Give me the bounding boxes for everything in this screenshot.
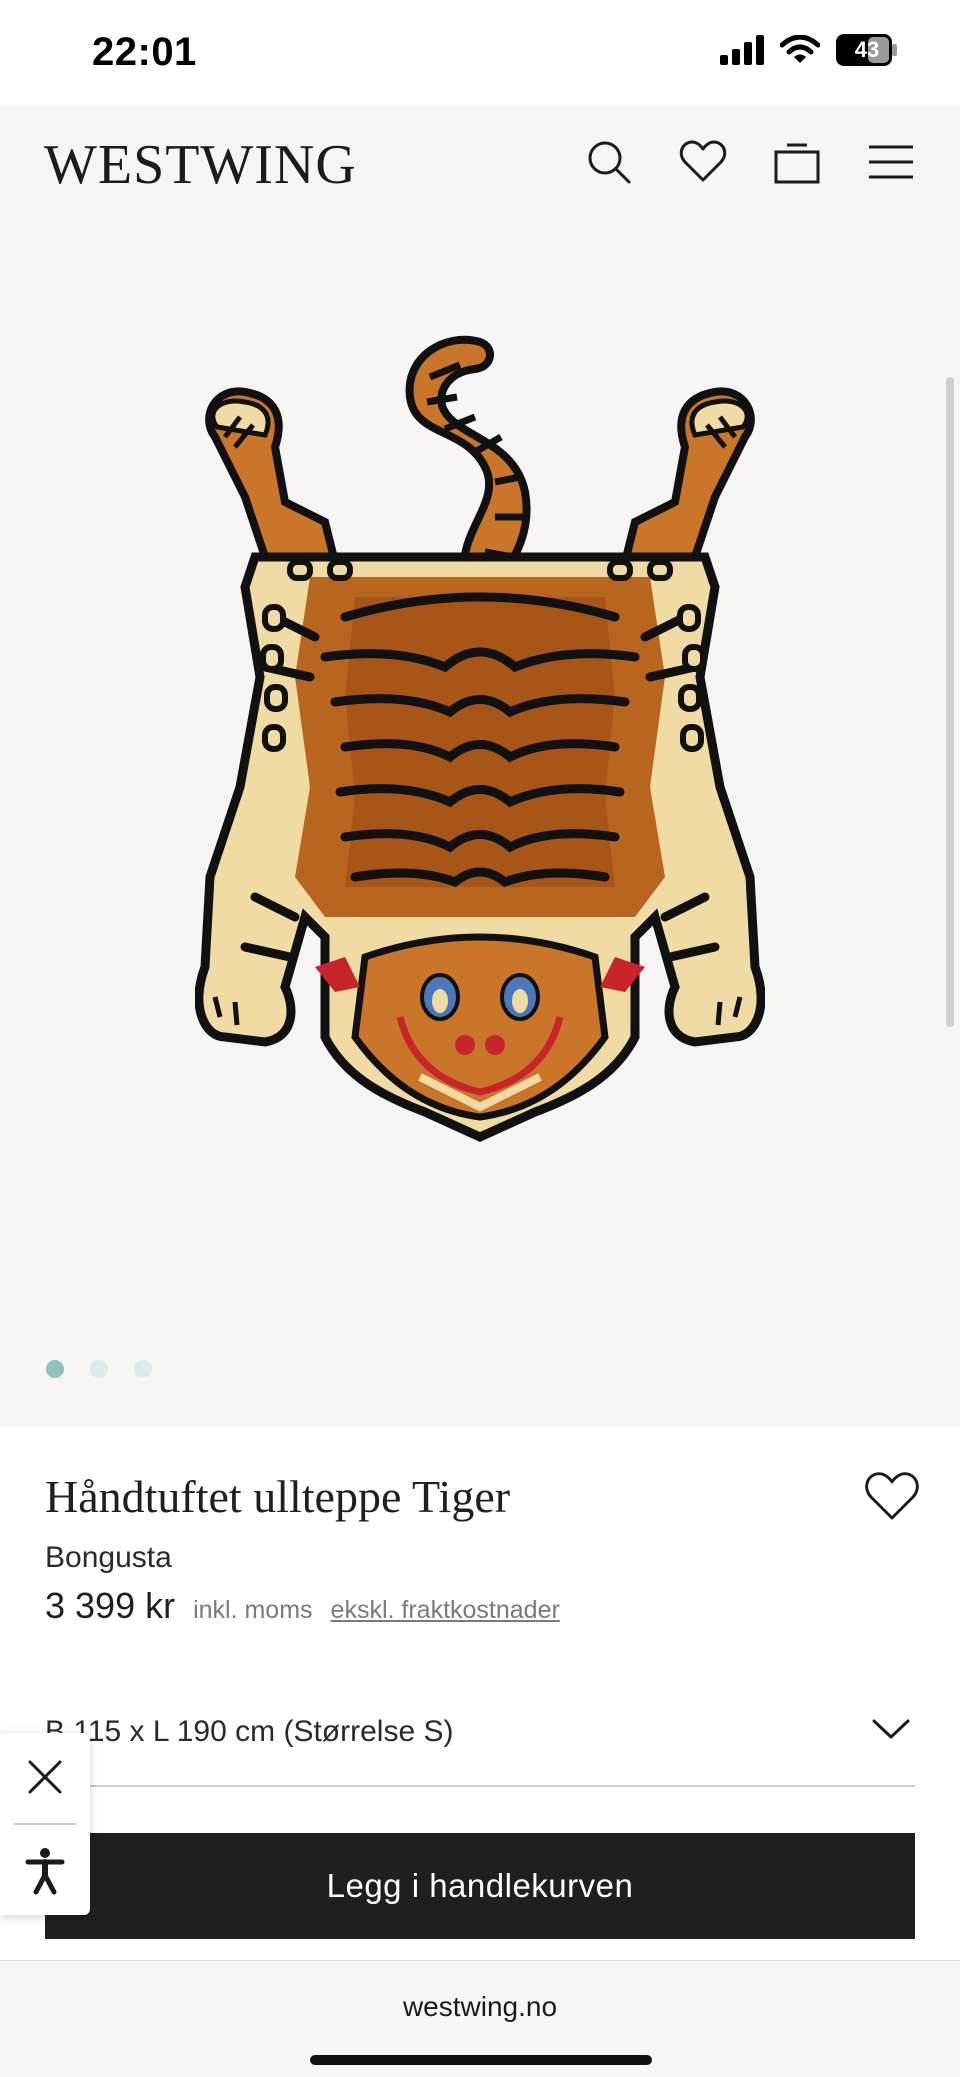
search-icon [588,141,631,184]
heart-icon [865,1472,919,1520]
westwing-logo[interactable]: WESTWING [44,133,357,197]
wishlist-header-button[interactable] [674,133,732,191]
product-brand[interactable]: Bongusta [45,1541,172,1575]
gallery-dot-1[interactable] [46,1360,64,1378]
battery-level: 43 [854,37,880,62]
wifi-icon [780,35,820,63]
signal-icon [720,35,764,65]
browser-url-bar[interactable]: westwing.no [0,1960,960,2077]
product-info: Håndtuftet ullteppe Tiger Bongusta 3 399… [0,1427,960,1960]
heart-icon [679,140,727,182]
shipping-costs-link[interactable]: ekskl. fraktkostnader [331,1596,560,1625]
add-to-cart-button[interactable]: Legg i handlekurven [45,1833,915,1939]
status-icons: 43 [720,34,898,66]
vat-note: inkl. moms [193,1596,313,1624]
search-button[interactable] [580,133,638,191]
size-select[interactable]: B 115 x L 190 cm (Størrelse S) [45,1695,915,1787]
menu-icon [869,145,913,179]
page-scrollbar[interactable] [946,377,954,1027]
gallery-dots [46,1360,152,1378]
accessibility-divider [14,1823,76,1825]
accessibility-open-button[interactable] [0,1827,90,1915]
accessibility-widget [0,1733,90,1915]
price-row: 3 399 kr inkl. moms ekskl. fraktkostnade… [45,1585,560,1627]
gallery-dot-2[interactable] [90,1360,108,1378]
bag-icon [774,143,820,184]
home-indicator[interactable] [310,2055,652,2065]
product-gallery[interactable] [0,217,960,1427]
site-header: WESTWING [0,105,960,217]
chevron-down-icon [872,1719,910,1739]
cart-button[interactable] [768,133,826,191]
size-select-value: B 115 x L 190 cm (Størrelse S) [45,1715,454,1748]
product-title: Håndtuftet ullteppe Tiger [45,1471,511,1522]
close-icon [28,1760,62,1794]
tiger-rug-image[interactable] [195,317,765,1257]
url-text[interactable]: westwing.no [0,1991,960,2023]
add-to-wishlist-button[interactable] [864,1471,920,1523]
product-price: 3 399 kr [45,1585,176,1626]
gallery-dot-3[interactable] [134,1360,152,1378]
menu-button[interactable] [862,133,920,191]
battery-icon: 43 [836,34,898,66]
accessibility-icon [25,1848,65,1895]
status-bar: 22:01 43 [0,0,960,105]
status-time: 22:01 [92,30,197,74]
accessibility-close-button[interactable] [0,1733,90,1821]
header-actions [580,133,920,191]
